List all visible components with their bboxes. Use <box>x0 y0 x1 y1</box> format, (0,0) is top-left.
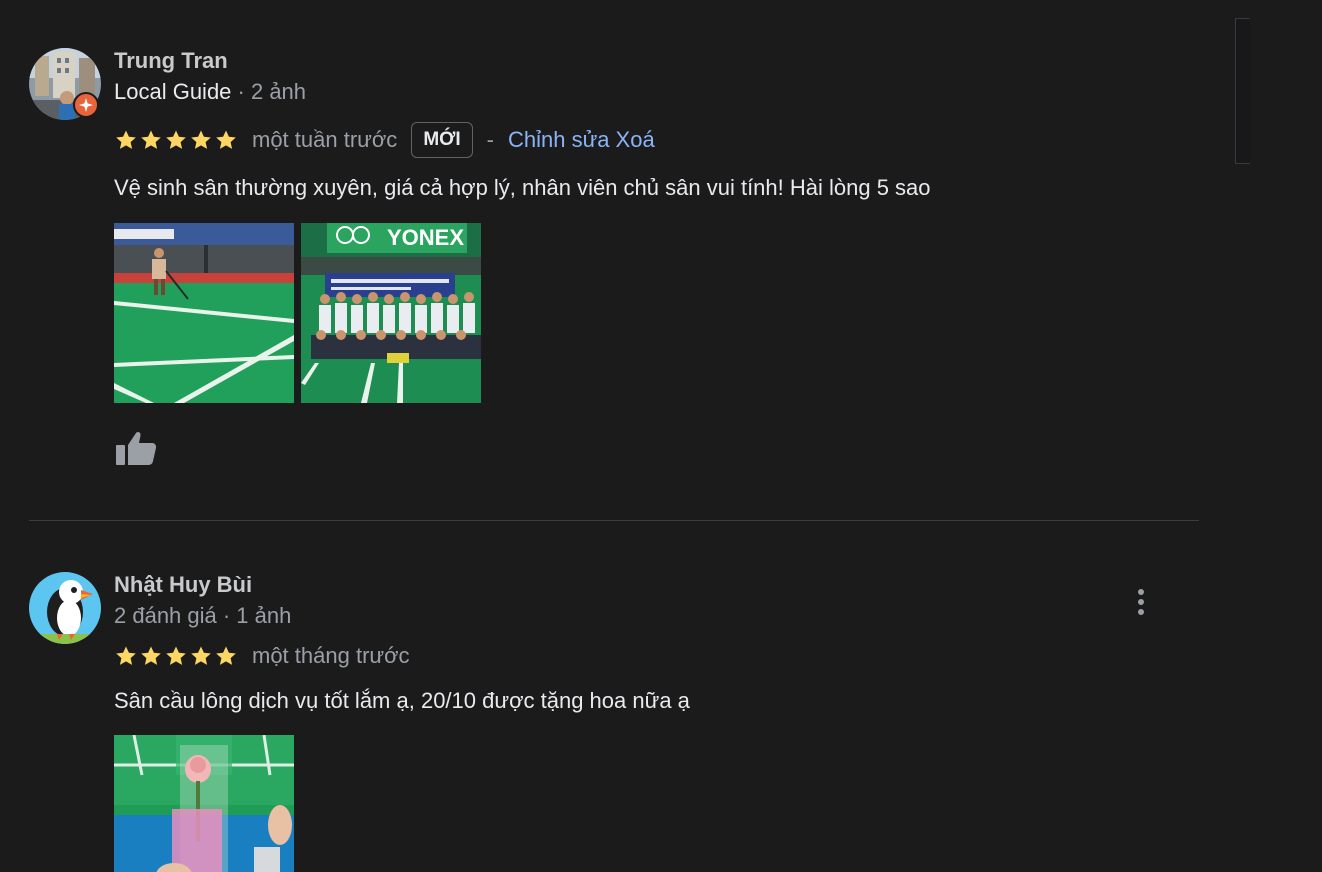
review-text: Sân cầu lông dịch vụ tốt lắm ạ, 20/10 đư… <box>114 688 690 713</box>
photo-brand-text: YONEX <box>387 225 464 250</box>
new-badge: MỚI <box>411 122 473 158</box>
star-icon <box>166 646 186 665</box>
review-photos <box>114 735 294 872</box>
star-icon <box>141 646 161 665</box>
review-time: một tháng trước <box>252 643 410 668</box>
like-button[interactable] <box>114 426 158 470</box>
star-icon <box>191 130 211 149</box>
photo-count: · 2 ảnh <box>231 79 307 104</box>
edit-review-link[interactable]: Chỉnh sửa <box>508 127 610 153</box>
review-photos: YONEX <box>114 223 481 403</box>
puffin-avatar <box>29 572 101 644</box>
review-author[interactable]: Trung Tran <box>114 48 228 74</box>
local-guide-badge-icon <box>73 92 99 118</box>
star-icon <box>166 130 186 149</box>
separator-dash: - <box>486 127 494 152</box>
star-icon <box>216 130 236 149</box>
review-author-meta: Local Guide · 2 ảnh <box>114 79 306 105</box>
rating-row: một tháng trước <box>114 637 410 675</box>
thumbs-up-icon <box>116 431 157 465</box>
star-icon <box>116 646 136 665</box>
more-options-button[interactable] <box>1127 582 1155 622</box>
review-divider <box>29 520 1199 521</box>
rating-row: một tuần trước MỚI - Chỉnh sửa Xoá <box>114 121 655 159</box>
local-guide-label: Local Guide <box>114 79 232 104</box>
avatar[interactable] <box>29 572 101 644</box>
review-author[interactable]: Nhật Huy Bùi <box>114 572 252 598</box>
review-photo[interactable] <box>114 735 294 872</box>
review-author-meta: 2 đánh giá · 1 ảnh <box>114 603 292 628</box>
review-text: Vệ sinh sân thường xuyên, giá cả hợp lý,… <box>114 175 931 200</box>
star-icon <box>216 646 236 665</box>
star-rating <box>114 128 238 152</box>
star-rating <box>114 644 238 668</box>
star-icon <box>116 130 136 149</box>
reviews-page: Trung Tran Local Guide · 2 ảnh một tuần … <box>0 0 1322 872</box>
scrollbar[interactable] <box>1235 18 1250 164</box>
review-photo[interactable]: YONEX <box>301 223 481 403</box>
star-icon <box>141 130 161 149</box>
delete-review-link[interactable]: Xoá <box>616 127 655 153</box>
more-vert-icon <box>1138 589 1144 615</box>
star-icon <box>191 646 211 665</box>
review-photo[interactable] <box>114 223 294 403</box>
review-time: một tuần trước <box>252 127 398 152</box>
